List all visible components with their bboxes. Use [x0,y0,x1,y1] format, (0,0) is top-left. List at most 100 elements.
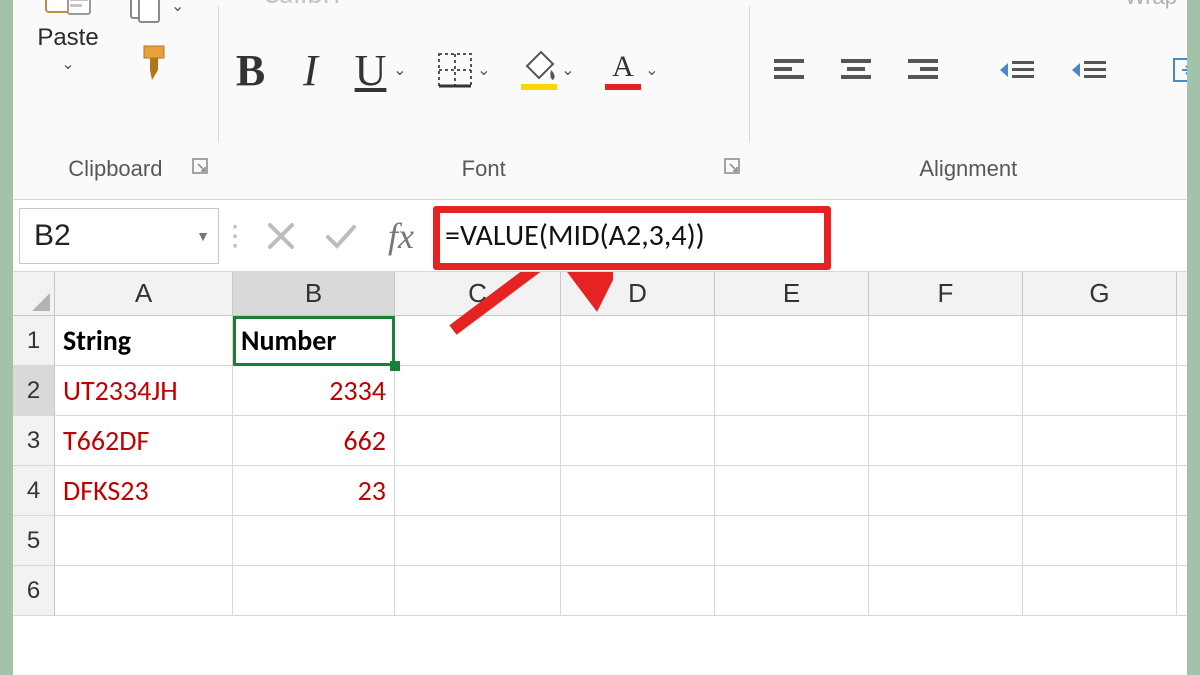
cell-A4[interactable]: DFKS23 [55,466,233,515]
cell-D1[interactable] [561,316,715,365]
col-header-D[interactable]: D [561,272,715,315]
cell-C3[interactable] [395,416,561,465]
chevron-down-icon: ⌄ [61,54,74,74]
align-bottom-icon [916,0,956,2]
borders-button[interactable]: ⌄ [433,40,477,100]
row-header-5[interactable]: 5 [13,516,55,565]
align-middle-button[interactable] [842,0,887,10]
bold-button[interactable]: B [229,40,273,100]
paintbrush-icon [138,42,174,82]
group-label-font: Font [218,148,750,190]
underline-button[interactable]: U ⌄ [349,40,393,100]
cell-A2[interactable]: UT2334JH [55,366,233,415]
cell-F4[interactable] [869,466,1023,515]
italic-button[interactable]: I [289,40,333,100]
cell-A1[interactable]: String [55,316,233,365]
cell-G6[interactable] [1023,566,1177,615]
cell-F1[interactable] [869,316,1023,365]
insert-function-button[interactable]: fx [371,215,431,257]
merge-icon [1172,53,1187,87]
enter-formula-button[interactable] [311,208,371,264]
row-header-2[interactable]: 2 [13,366,55,415]
borders-icon [435,50,475,90]
col-header-B[interactable]: B [233,272,395,315]
fill-handle[interactable] [390,361,400,371]
table-row: 6 [13,566,1187,616]
cell-B4[interactable]: 23 [233,466,395,515]
col-header-A[interactable]: A [55,272,233,315]
select-all-corner[interactable] [13,272,55,315]
cell-C1[interactable] [395,316,561,365]
ribbon: Calibri Paste ⌄ [13,0,1187,200]
row-header-4[interactable]: 4 [13,466,55,515]
cell-G1[interactable] [1023,316,1177,365]
table-row: 4 DFKS23 23 [13,466,1187,516]
align-right-button[interactable] [902,45,942,95]
x-icon [266,221,296,251]
cell-F2[interactable] [869,366,1023,415]
dialog-launcher-icon[interactable] [192,158,212,178]
cell-G5[interactable] [1023,516,1177,565]
spreadsheet-grid[interactable]: A B C D E F G 1 String Number 2 UT2334JH [13,272,1187,675]
cell-C2[interactable] [395,366,561,415]
col-header-F[interactable]: F [869,272,1023,315]
chevron-down-icon: ▼ [196,228,210,244]
cell-B3[interactable]: 662 [233,416,395,465]
cell-A3[interactable]: T662DF [55,416,233,465]
format-painter-button[interactable] [138,42,174,82]
cell-D2[interactable] [561,366,715,415]
cell-D4[interactable] [561,466,715,515]
align-center-icon [836,53,876,87]
font-color-button[interactable]: A ⌄ [601,40,645,100]
cell-E2[interactable] [715,366,869,415]
align-center-button[interactable] [836,45,876,95]
cell-F5[interactable] [869,516,1023,565]
cell-C6[interactable] [395,566,561,615]
align-top-button[interactable] [770,0,815,10]
increase-indent-button[interactable] [1066,45,1112,95]
cell-E1[interactable] [715,316,869,365]
cell-B6[interactable] [233,566,395,615]
cell-E3[interactable] [715,416,869,465]
row-header-1[interactable]: 1 [13,316,55,365]
cancel-formula-button[interactable] [251,208,311,264]
col-header-C[interactable]: C [395,272,561,315]
dialog-launcher-icon[interactable] [724,158,744,178]
align-bottom-button[interactable] [913,0,958,10]
copy-icon [127,0,163,24]
formula-input[interactable]: =VALUE(MID(A2,3,4)) [431,211,719,260]
cell-E4[interactable] [715,466,869,515]
cell-E6[interactable] [715,566,869,615]
group-label-clipboard: Clipboard [13,148,218,190]
merge-cells-button[interactable]: Merg [1172,53,1187,87]
cell-E5[interactable] [715,516,869,565]
col-header-G[interactable]: G [1023,272,1177,315]
cell-C5[interactable] [395,516,561,565]
col-header-E[interactable]: E [715,272,869,315]
align-left-button[interactable] [770,45,810,95]
paste-button[interactable]: Paste ⌄ [23,0,113,74]
cell-C4[interactable] [395,466,561,515]
cell-G3[interactable] [1023,416,1177,465]
decrease-indent-button[interactable] [994,45,1040,95]
cell-F6[interactable] [869,566,1023,615]
cell-G2[interactable] [1023,366,1177,415]
cell-D3[interactable] [561,416,715,465]
cell-D6[interactable] [561,566,715,615]
cell-F3[interactable] [869,416,1023,465]
fill-color-button[interactable]: ⌄ [517,40,561,100]
copy-button[interactable]: ⌄ [127,0,184,24]
cell-B2[interactable]: 2334 [233,366,395,415]
cell-B1[interactable]: Number [233,316,395,365]
chevron-down-icon: ⌄ [393,60,406,80]
cell-A5[interactable] [55,516,233,565]
cell-A6[interactable] [55,566,233,615]
cell-D5[interactable] [561,516,715,565]
row-header-3[interactable]: 3 [13,416,55,465]
orientation-button[interactable]: ab [1028,0,1073,10]
cell-B5[interactable] [233,516,395,565]
cell-G4[interactable] [1023,466,1177,515]
name-box[interactable]: B2 ▼ [19,208,219,264]
row-header-6[interactable]: 6 [13,566,55,615]
paste-label: Paste [37,24,98,52]
